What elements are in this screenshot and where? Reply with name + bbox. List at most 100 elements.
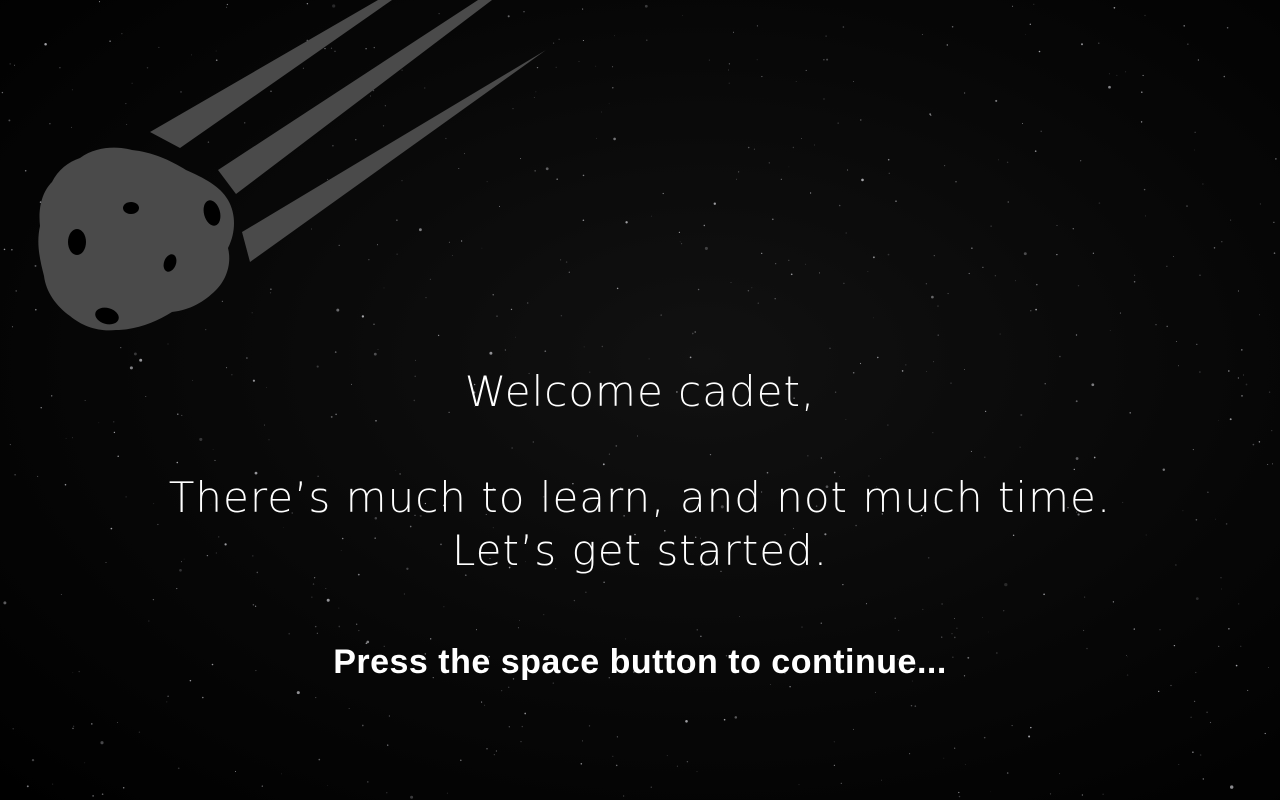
star	[860, 119, 862, 121]
meteor-rock	[38, 147, 235, 331]
star	[770, 684, 772, 686]
star	[1098, 42, 1100, 44]
star	[798, 784, 800, 786]
star	[612, 66, 614, 68]
star	[930, 114, 932, 116]
star	[492, 527, 494, 529]
star	[1109, 330, 1111, 331]
star	[406, 567, 409, 570]
meteor-trail	[150, 0, 392, 148]
star	[215, 552, 218, 554]
star	[315, 697, 317, 699]
star	[166, 701, 168, 703]
star	[224, 543, 227, 546]
star	[941, 636, 943, 638]
star	[833, 764, 836, 767]
star	[1275, 158, 1277, 160]
star	[399, 473, 401, 475]
star	[474, 405, 476, 407]
star	[1133, 281, 1136, 283]
star	[998, 159, 999, 161]
star	[995, 99, 998, 102]
star	[792, 146, 795, 149]
star	[52, 783, 54, 785]
star	[1187, 43, 1189, 45]
star	[268, 439, 270, 441]
star	[895, 200, 897, 202]
continue-prompt[interactable]: Press the space button to continue...	[0, 642, 1280, 682]
star	[780, 178, 782, 180]
star	[414, 514, 416, 517]
star	[694, 536, 697, 538]
star	[1030, 310, 1032, 312]
star	[413, 399, 416, 402]
star	[1238, 603, 1240, 605]
star	[910, 704, 913, 707]
star	[788, 259, 790, 261]
star	[1141, 91, 1143, 93]
star	[448, 411, 450, 414]
star	[1122, 501, 1124, 503]
star	[753, 148, 755, 150]
star	[492, 487, 495, 490]
star	[177, 413, 179, 415]
star	[1241, 395, 1243, 397]
star	[312, 583, 315, 585]
star	[1230, 785, 1234, 789]
star	[560, 259, 562, 261]
star	[573, 599, 576, 602]
star	[876, 486, 877, 487]
star	[517, 627, 519, 629]
star	[820, 622, 823, 625]
star	[1077, 284, 1080, 287]
star	[340, 550, 342, 551]
star	[1193, 700, 1196, 703]
star	[212, 449, 214, 450]
star	[660, 314, 663, 316]
star	[210, 504, 212, 506]
star	[1108, 85, 1111, 89]
star	[944, 165, 946, 167]
star	[442, 504, 445, 507]
star	[708, 59, 710, 61]
star	[694, 331, 696, 333]
star	[788, 166, 790, 168]
star	[1067, 507, 1069, 509]
star	[931, 295, 934, 299]
star	[1258, 314, 1261, 316]
star	[475, 629, 478, 631]
star	[199, 437, 203, 441]
game-screen[interactable]: Welcome cadet, There’s much to learn, an…	[0, 0, 1280, 800]
star	[612, 755, 614, 757]
star	[283, 527, 285, 528]
star	[730, 282, 732, 284]
star	[410, 795, 414, 799]
intro-message-line-1: There’s much to learn, and not much time…	[168, 473, 1112, 522]
star	[795, 81, 797, 82]
star	[72, 437, 74, 439]
star	[689, 356, 692, 359]
star	[956, 627, 958, 629]
star	[1133, 628, 1135, 630]
star	[485, 513, 487, 515]
star	[1083, 629, 1085, 632]
star	[887, 253, 890, 256]
star	[859, 362, 862, 365]
star	[963, 368, 965, 370]
star	[1093, 456, 1096, 459]
star	[1015, 280, 1017, 282]
star	[1043, 593, 1045, 596]
star	[101, 793, 104, 795]
star	[578, 61, 580, 62]
star	[367, 781, 369, 783]
star	[868, 475, 870, 477]
star	[933, 361, 935, 363]
star	[625, 638, 627, 640]
star	[739, 616, 740, 617]
star	[723, 718, 726, 721]
star	[357, 573, 360, 576]
star	[1206, 711, 1208, 714]
star	[1144, 215, 1146, 217]
star	[1029, 23, 1031, 25]
star	[1182, 510, 1184, 512]
